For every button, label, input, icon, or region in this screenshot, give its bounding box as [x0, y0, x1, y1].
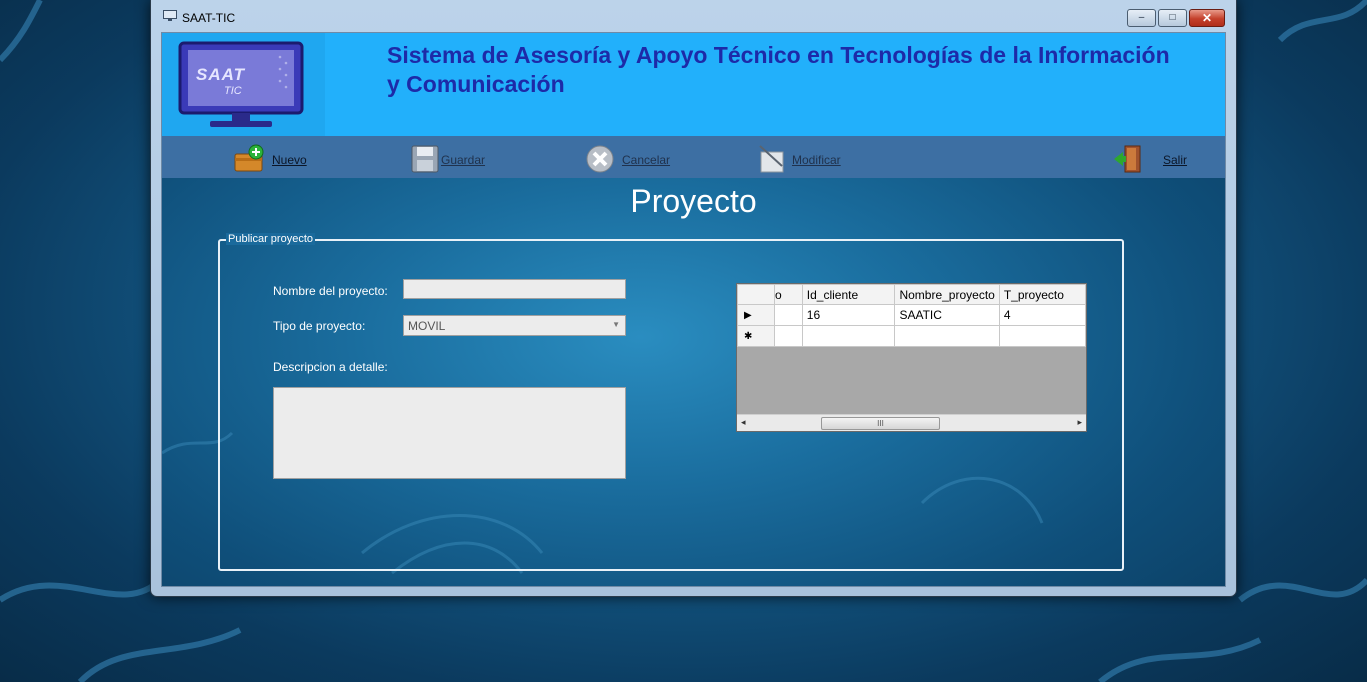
scroll-right-icon[interactable]: ▸: [1077, 417, 1082, 428]
datagrid-table: o Id_cliente Nombre_proyecto T_proyecto …: [737, 284, 1086, 347]
edit-notepad-icon: [759, 145, 784, 173]
tipo-proyecto-label: Tipo de proyecto:: [273, 319, 366, 333]
table-cell[interactable]: [774, 304, 803, 326]
scroll-left-icon[interactable]: ◂: [741, 417, 746, 428]
logo-subtext: TIC: [224, 85, 242, 97]
datagrid-header-row: o Id_cliente Nombre_proyecto T_proyecto: [737, 284, 1086, 305]
system-title: Sistema de Asesoría y Apoyo Técnico en T…: [387, 42, 1170, 97]
current-row-indicator-icon[interactable]: ▶: [737, 304, 776, 326]
modificar-label: Modificar: [792, 153, 841, 167]
window-title: SAAT-TIC: [182, 11, 236, 25]
table-cell[interactable]: [998, 325, 1086, 347]
column-header-t-proyecto[interactable]: T_proyecto: [998, 284, 1086, 305]
table-cell[interactable]: [774, 325, 803, 347]
toolbar: Nuevo Guardar Cancelar Modificar Salir: [162, 136, 1225, 178]
nombre-proyecto-input[interactable]: [403, 279, 626, 299]
descripcion-label: Descripcion a detalle:: [273, 360, 388, 374]
new-row-asterisk-icon[interactable]: ✱: [737, 325, 776, 347]
cancel-x-icon: [586, 145, 614, 173]
cancelar-label: Cancelar: [622, 153, 671, 167]
app-window: SAAT-TIC ‒ □ ✕ SAAT TIC Sistema de Aseso…: [150, 0, 1237, 597]
scrollbar-thumb[interactable]: III: [821, 417, 940, 430]
new-briefcase-icon: [234, 144, 264, 172]
exit-door-icon: [1114, 145, 1141, 173]
save-floppy-icon: [411, 145, 439, 173]
close-button[interactable]: ✕: [1189, 9, 1225, 27]
column-header-nombre-proyecto[interactable]: Nombre_proyecto: [894, 284, 1000, 305]
proyectos-datagrid[interactable]: o Id_cliente Nombre_proyecto T_proyecto …: [736, 283, 1087, 432]
table-cell[interactable]: [801, 325, 896, 347]
groupbox-label: Publicar proyecto: [226, 233, 315, 245]
table-cell[interactable]: 16: [801, 304, 896, 326]
table-row-new[interactable]: ✱: [737, 325, 1086, 347]
horizontal-scrollbar[interactable]: ◂ III ▸: [737, 414, 1086, 431]
chevron-down-icon[interactable]: ▼: [612, 320, 620, 329]
cancelar-button[interactable]: Cancelar: [585, 136, 675, 178]
table-row[interactable]: ▶ 16 SAATIC 4: [737, 304, 1086, 326]
column-header[interactable]: o: [774, 284, 803, 305]
modificar-button[interactable]: Modificar: [758, 136, 848, 178]
guardar-button[interactable]: Guardar: [410, 136, 490, 178]
table-cell[interactable]: 4: [998, 304, 1086, 326]
table-cell[interactable]: SAATIC: [894, 304, 1000, 326]
saat-tic-logo: SAAT TIC: [162, 33, 325, 136]
app-monitor-icon: [163, 10, 177, 21]
guardar-label: Guardar: [441, 153, 486, 167]
page-title: Proyecto: [630, 183, 757, 219]
maximize-button[interactable]: □: [1158, 9, 1187, 27]
row-header-corner: [737, 284, 776, 305]
salir-button[interactable]: Salir: [1113, 136, 1193, 178]
nuevo-button[interactable]: Nuevo: [234, 136, 314, 178]
column-header-id-cliente[interactable]: Id_cliente: [801, 284, 896, 305]
window-titlebar[interactable]: SAAT-TIC ‒ □ ✕: [151, 0, 1236, 32]
table-cell[interactable]: [894, 325, 1000, 347]
salir-label: Salir: [1163, 153, 1188, 167]
minimize-button[interactable]: ‒: [1127, 9, 1156, 27]
nombre-proyecto-label: Nombre del proyecto:: [273, 284, 388, 298]
tipo-proyecto-select[interactable]: MOVIL ▼: [403, 315, 626, 336]
descripcion-textarea[interactable]: [273, 387, 626, 479]
logo-text: SAAT: [196, 65, 246, 84]
nuevo-label: Nuevo: [272, 153, 307, 167]
header-banner: SAAT TIC Sistema de Asesoría y Apoyo Téc…: [162, 33, 1225, 136]
tipo-proyecto-value: MOVIL: [408, 319, 446, 333]
form-client-area: SAAT TIC Sistema de Asesoría y Apoyo Téc…: [161, 32, 1226, 587]
